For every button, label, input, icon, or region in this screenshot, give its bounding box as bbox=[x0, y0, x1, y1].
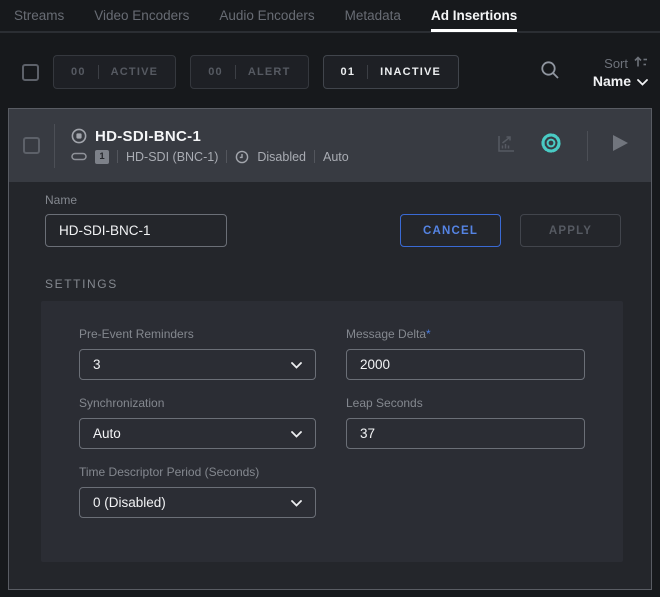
pre-event-reminders-select[interactable]: 3 bbox=[79, 349, 316, 380]
message-delta-field: Message Delta* bbox=[346, 327, 585, 380]
sort-value: Name bbox=[593, 73, 631, 89]
device-checkbox[interactable] bbox=[23, 137, 40, 154]
synchronization-select[interactable]: Auto bbox=[79, 418, 316, 449]
filter-inactive-button[interactable]: 01 INACTIVE bbox=[323, 55, 460, 89]
filter-active-button[interactable]: 00 ACTIVE bbox=[53, 55, 176, 89]
time-descriptor-period-label: Time Descriptor Period (Seconds) bbox=[79, 465, 316, 479]
device-card: HD-SDI-BNC-1 1 HD-SDI (BNC-1) bbox=[8, 108, 652, 590]
filter-alert-button[interactable]: 00 ALERT bbox=[190, 55, 308, 89]
synchronization-label: Synchronization bbox=[79, 396, 316, 410]
select-all-checkbox[interactable] bbox=[22, 64, 39, 81]
name-row: Name CANCEL APPLY bbox=[45, 193, 621, 247]
pre-event-reminders-label: Pre-Event Reminders bbox=[79, 327, 316, 341]
divider bbox=[587, 131, 588, 161]
settings-button[interactable] bbox=[539, 131, 563, 160]
chevron-down-icon bbox=[291, 357, 302, 372]
tab-bar: Streams Video Encoders Audio Encoders Me… bbox=[0, 0, 660, 33]
message-delta-label: Message Delta bbox=[346, 327, 426, 341]
name-input[interactable] bbox=[45, 214, 227, 247]
leap-seconds-input[interactable] bbox=[346, 418, 585, 449]
pre-event-reminders-field: Pre-Event Reminders 3 bbox=[79, 327, 316, 380]
device-title: HD-SDI-BNC-1 bbox=[95, 128, 201, 145]
record-status-icon bbox=[71, 128, 87, 144]
tab-metadata[interactable]: Metadata bbox=[345, 8, 401, 32]
page: Streams Video Encoders Audio Encoders Me… bbox=[0, 0, 660, 597]
device-mode: Auto bbox=[323, 150, 349, 164]
filter-bar: 00 ACTIVE 00 ALERT 01 INACTIVE bbox=[22, 55, 648, 89]
filter-inactive-count: 01 bbox=[341, 66, 356, 78]
device-card-body: Name CANCEL APPLY SETTINGS Pre-Event Rem… bbox=[9, 182, 651, 562]
chevron-down-icon bbox=[291, 495, 302, 510]
sdi-connector-icon bbox=[71, 152, 87, 161]
message-delta-input[interactable] bbox=[346, 349, 585, 380]
port-number-badge: 1 bbox=[95, 150, 109, 164]
name-label: Name bbox=[45, 193, 227, 207]
chart-icon bbox=[496, 133, 517, 159]
filter-active-label: ACTIVE bbox=[111, 66, 159, 78]
divider bbox=[98, 65, 99, 79]
divider bbox=[226, 150, 227, 163]
filter-inactive-label: INACTIVE bbox=[380, 66, 441, 78]
tab-streams[interactable]: Streams bbox=[14, 8, 64, 32]
form-actions: CANCEL APPLY bbox=[400, 214, 621, 247]
device-interface: HD-SDI (BNC-1) bbox=[126, 150, 218, 164]
stats-button[interactable] bbox=[496, 133, 517, 159]
divider bbox=[314, 150, 315, 163]
device-status: Disabled bbox=[257, 150, 306, 164]
divider bbox=[367, 65, 368, 79]
name-field-group: Name bbox=[45, 193, 227, 247]
device-action-icons bbox=[496, 131, 629, 161]
time-descriptor-period-select[interactable]: 0 (Disabled) bbox=[79, 487, 316, 518]
sort-label: Sort bbox=[604, 56, 628, 71]
filter-alert-label: ALERT bbox=[248, 66, 291, 78]
tab-audio-encoders[interactable]: Audio Encoders bbox=[219, 8, 314, 32]
sort-ascending-icon bbox=[634, 56, 648, 71]
divider bbox=[117, 150, 118, 163]
sort-control[interactable]: Sort Name bbox=[593, 56, 648, 89]
tab-video-encoders[interactable]: Video Encoders bbox=[94, 8, 189, 32]
filter-active-count: 00 bbox=[71, 66, 86, 78]
cancel-button[interactable]: CANCEL bbox=[400, 214, 501, 247]
leap-seconds-field: Leap Seconds bbox=[346, 396, 585, 449]
settings-heading: SETTINGS bbox=[45, 277, 621, 291]
time-descriptor-period-field: Time Descriptor Period (Seconds) 0 (Disa… bbox=[79, 465, 316, 518]
search-button[interactable] bbox=[537, 59, 563, 85]
synchronization-value: Auto bbox=[93, 426, 121, 441]
device-summary: HD-SDI-BNC-1 1 HD-SDI (BNC-1) bbox=[71, 128, 349, 164]
settings-panel: Pre-Event Reminders 3 Message Delta* bbox=[41, 301, 623, 562]
clock-icon bbox=[235, 150, 249, 164]
required-asterisk: * bbox=[426, 327, 431, 341]
play-icon bbox=[612, 134, 629, 157]
time-descriptor-period-value: 0 (Disabled) bbox=[93, 495, 166, 510]
filter-right-group: Sort Name bbox=[537, 56, 648, 89]
filter-alert-count: 00 bbox=[208, 66, 223, 78]
start-button[interactable] bbox=[612, 134, 629, 157]
chevron-down-icon bbox=[637, 73, 648, 89]
search-icon bbox=[539, 59, 561, 86]
pre-event-reminders-value: 3 bbox=[93, 357, 101, 372]
device-card-header: HD-SDI-BNC-1 1 HD-SDI (BNC-1) bbox=[9, 109, 651, 182]
divider bbox=[54, 124, 55, 168]
tab-ad-insertions[interactable]: Ad Insertions bbox=[431, 8, 517, 32]
apply-button[interactable]: APPLY bbox=[520, 214, 621, 247]
leap-seconds-label: Leap Seconds bbox=[346, 396, 585, 410]
chevron-down-icon bbox=[291, 426, 302, 441]
synchronization-field: Synchronization Auto bbox=[79, 396, 316, 449]
gear-icon bbox=[539, 131, 563, 160]
divider bbox=[235, 65, 236, 79]
